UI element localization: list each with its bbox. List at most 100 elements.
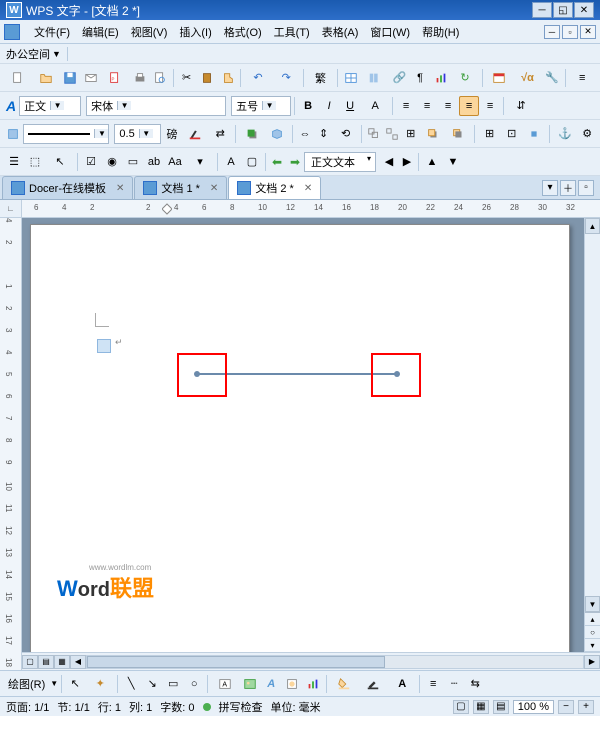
restore-button[interactable]: ◱: [553, 2, 573, 18]
rotate-button[interactable]: ⟲: [333, 124, 358, 144]
print-button[interactable]: [130, 68, 150, 88]
insert-table-button[interactable]: [341, 68, 361, 88]
cursor-button[interactable]: ↖: [46, 152, 74, 172]
hyperlink-button[interactable]: 🔗: [390, 68, 410, 88]
fill-color-button[interactable]: [330, 674, 358, 694]
open-button[interactable]: [32, 68, 59, 88]
hscroll-thumb[interactable]: [87, 656, 385, 668]
doc-app-icon[interactable]: [4, 24, 20, 40]
close-button[interactable]: ✕: [574, 2, 594, 18]
vertical-scrollbar[interactable]: ▲ ▼ ▴ ○ ▾: [584, 218, 600, 652]
language-button[interactable]: 繁: [307, 68, 334, 88]
new-tab-button[interactable]: ＋: [560, 180, 576, 196]
chart-button[interactable]: [431, 68, 451, 88]
line-tool-button[interactable]: ╲: [121, 674, 141, 694]
wordart-button[interactable]: A: [261, 674, 281, 694]
view-outline-button[interactable]: ▤: [38, 655, 54, 669]
line-color-tool-button[interactable]: [359, 674, 387, 694]
align-justify-button[interactable]: ≡: [459, 96, 479, 116]
chart-tool-button[interactable]: [303, 674, 323, 694]
select-tool-button[interactable]: ↖: [65, 674, 85, 694]
arrow-ends-button[interactable]: ⇆: [465, 674, 485, 694]
prev-page-button[interactable]: ▴: [585, 613, 600, 626]
workspace-label[interactable]: 办公空间: [6, 46, 50, 62]
dash-style-button[interactable]: ┄: [444, 674, 464, 694]
sub-minimize-button[interactable]: ─: [544, 25, 560, 39]
no-fill-button[interactable]: [4, 124, 22, 144]
workspace-dropdown-icon[interactable]: ▼: [50, 49, 63, 59]
view-page-button[interactable]: ▦: [54, 655, 70, 669]
form-field-button[interactable]: ▭: [123, 152, 143, 172]
select-button[interactable]: ⬚: [25, 152, 45, 172]
minimize-button[interactable]: ─: [532, 2, 552, 18]
italic-button[interactable]: I: [319, 96, 339, 116]
arrow-tool-button[interactable]: ↘: [142, 674, 162, 694]
new-button[interactable]: [4, 68, 31, 88]
font-combo[interactable]: 宋体▼: [86, 96, 226, 116]
size-combo[interactable]: 五号▼: [231, 96, 291, 116]
3d-button[interactable]: [265, 124, 290, 144]
menu-dropdown-button[interactable]: ≡: [569, 68, 596, 88]
mail-button[interactable]: [81, 68, 101, 88]
align-center-button[interactable]: ≡: [417, 96, 437, 116]
oval-tool-button[interactable]: ○: [184, 674, 204, 694]
undo-button[interactable]: ↶: [244, 68, 271, 88]
tab-menu-button[interactable]: ▫: [578, 180, 594, 196]
menu-e[interactable]: 编辑(E): [76, 22, 125, 42]
zoom-in-button[interactable]: +: [578, 700, 594, 714]
align-button[interactable]: ⊞: [402, 124, 420, 144]
sub-close-button[interactable]: ✕: [580, 25, 596, 39]
move-up-button[interactable]: ▲: [422, 152, 442, 172]
tab-close-icon[interactable]: ✕: [210, 183, 218, 194]
image-tool-button[interactable]: [240, 674, 260, 694]
align-left-button[interactable]: ≡: [396, 96, 416, 116]
horizontal-scrollbar[interactable]: ▢ ▤ ▦ ◀ ▶: [22, 652, 600, 670]
zoom-level[interactable]: 100 %: [513, 700, 554, 714]
scroll-up-button[interactable]: ▲: [585, 218, 600, 234]
ruler-corner[interactable]: ∟: [0, 200, 21, 218]
settings-button[interactable]: ⚙: [578, 124, 596, 144]
vertical-ruler[interactable]: ∟ 42123456789101112131415161718: [0, 200, 22, 670]
dropdown-field-button[interactable]: ▾: [186, 152, 214, 172]
text-field-button[interactable]: ab: [144, 152, 164, 172]
menu-h[interactable]: 帮助(H): [416, 22, 465, 42]
menu-a[interactable]: 表格(A): [316, 22, 365, 42]
tab-list-button[interactable]: ▾: [542, 180, 558, 196]
insert-date-button[interactable]: [486, 68, 513, 88]
draw-menu-label[interactable]: 绘图(R): [4, 676, 49, 692]
tab-close-icon[interactable]: ✕: [304, 183, 312, 194]
doc-tab[interactable]: Docer-在线模板✕: [2, 176, 133, 199]
frame-button[interactable]: ▢: [242, 152, 262, 172]
menu-i[interactable]: 插入(I): [173, 22, 217, 42]
equation-button[interactable]: √α: [514, 68, 541, 88]
redo-button[interactable]: ↷: [273, 68, 300, 88]
style-combo[interactable]: 正文▼: [19, 96, 81, 116]
textbox-tool-button[interactable]: A: [211, 674, 239, 694]
font-color-tool-button[interactable]: A: [388, 674, 416, 694]
export-pdf-button[interactable]: P: [102, 68, 129, 88]
shadow-button[interactable]: [239, 124, 264, 144]
paste-button[interactable]: [197, 68, 217, 88]
doc-tab[interactable]: 文档 2 *✕: [228, 176, 321, 199]
document-page[interactable]: ↵ www.wordlm.com Word联盟: [30, 224, 570, 652]
indent-marker-icon[interactable]: [162, 203, 172, 215]
line-style-tool-button[interactable]: ≡: [423, 674, 443, 694]
format-painter-button[interactable]: [218, 68, 238, 88]
align-right-button[interactable]: ≡: [438, 96, 458, 116]
scroll-left-button[interactable]: ◀: [70, 655, 86, 669]
grid-button[interactable]: ⊞: [477, 124, 502, 144]
save-button[interactable]: [61, 68, 81, 88]
checkbox-button[interactable]: ☑: [81, 152, 101, 172]
autoshapes-button[interactable]: ✦: [86, 674, 114, 694]
wrench-button[interactable]: 🔧: [542, 68, 562, 88]
h-spacing-button[interactable]: ⇔: [296, 124, 314, 144]
outdent-small-icon[interactable]: ◀: [381, 154, 397, 170]
menu-w[interactable]: 窗口(W): [364, 22, 416, 42]
line-width-spinner[interactable]: 0.5▼: [114, 124, 161, 144]
print-preview-button[interactable]: [150, 68, 170, 88]
scroll-right-button[interactable]: ▶: [584, 655, 600, 669]
menu-t[interactable]: 工具(T): [268, 22, 316, 42]
clipart-button[interactable]: [282, 674, 302, 694]
menu-v[interactable]: 视图(V): [125, 22, 174, 42]
scroll-down-button[interactable]: ▼: [585, 596, 600, 612]
